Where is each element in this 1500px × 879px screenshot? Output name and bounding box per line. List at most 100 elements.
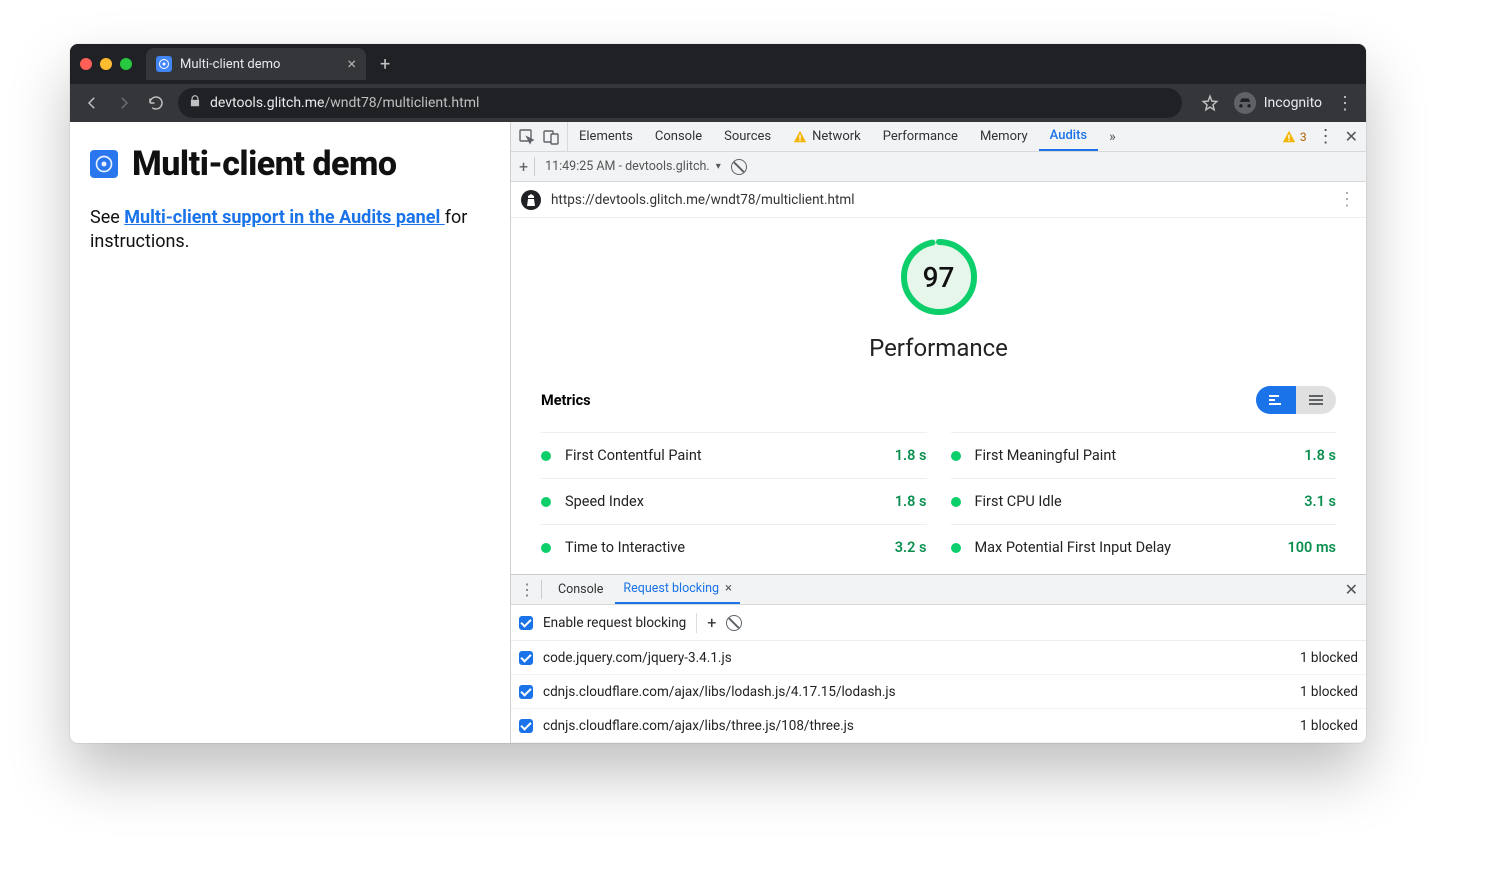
metric-row: Time to Interactive 3.2 s — [541, 524, 927, 570]
warning-icon — [793, 130, 807, 144]
audits-report: 97 Performance Metrics — [511, 218, 1366, 574]
reload-button[interactable] — [146, 93, 166, 113]
metric-row: First CPU Idle3.1 s — [951, 478, 1337, 524]
enable-blocking-checkbox[interactable] — [519, 616, 533, 630]
window-close-button[interactable] — [80, 58, 92, 70]
tab-overflow-button[interactable]: » — [1098, 122, 1127, 151]
metric-row: Max Potential First Input Delay100 ms — [951, 524, 1337, 570]
devtools-settings-button[interactable]: ⋮ — [1317, 126, 1335, 147]
tab-elements[interactable]: Elements — [568, 122, 644, 151]
clear-patterns-button[interactable] — [726, 615, 742, 631]
tab-sources[interactable]: Sources — [713, 122, 782, 151]
audit-url: https://devtools.glitch.me/wndt78/multic… — [551, 192, 855, 208]
tab-network[interactable]: Network — [782, 122, 872, 151]
drawer-close-button[interactable]: ✕ — [1345, 580, 1358, 599]
warning-icon — [1282, 130, 1296, 144]
metric-value: 1.8 s — [895, 447, 927, 464]
metric-value: 3.2 s — [895, 539, 927, 556]
request-blocking-toolbar: Enable request blocking + — [511, 605, 1366, 641]
status-dot-icon — [951, 543, 961, 553]
rendered-page: Multi-client demo See Multi-client suppo… — [70, 122, 510, 743]
metric-name: Time to Interactive — [565, 539, 685, 556]
address-bar: devtools.glitch.me/wndt78/multiclient.ht… — [70, 84, 1366, 122]
url-path: /wndt78/multiclient.html — [324, 95, 479, 111]
audit-menu-button[interactable]: ⋮ — [1338, 189, 1356, 210]
drawer-tab-label: Request blocking — [623, 581, 719, 596]
metric-row: First Meaningful Paint 1.8 s — [951, 432, 1337, 478]
tab-performance[interactable]: Performance — [872, 122, 969, 151]
drawer-tab-console[interactable]: Console — [550, 575, 611, 604]
status-dot-icon — [541, 497, 551, 507]
metric-value: 1.8 s — [1304, 447, 1336, 464]
blocked-count: 1 blocked — [1300, 650, 1358, 666]
url-field[interactable]: devtools.glitch.me/wndt78/multiclient.ht… — [178, 88, 1182, 118]
audit-run-dropdown[interactable]: 11:49:25 AM - devtools.glitch. — [545, 159, 721, 174]
devtools-panel: Elements Console Sources Network Perform… — [510, 122, 1366, 743]
window-maximize-button[interactable] — [120, 58, 132, 70]
forward-button[interactable] — [114, 93, 134, 113]
url-host: devtools.glitch.me — [210, 95, 324, 111]
page-logo-icon — [90, 150, 118, 178]
metrics-section: Metrics First Contentful Paint1 — [511, 362, 1366, 570]
warnings-badge[interactable]: 3 — [1282, 130, 1307, 144]
metrics-view-expanded-button[interactable] — [1296, 386, 1336, 414]
blocked-pattern-row[interactable]: cdnjs.cloudflare.com/ajax/libs/three.js/… — [511, 709, 1366, 743]
new-tab-button[interactable]: + — [374, 54, 396, 75]
browser-menu-button[interactable]: ⋮ — [1336, 93, 1354, 114]
tab-memory[interactable]: Memory — [969, 122, 1039, 151]
blocked-pattern-row[interactable]: code.jquery.com/jquery-3.4.1.js 1 blocke… — [511, 641, 1366, 675]
blocked-pattern-row[interactable]: cdnjs.cloudflare.com/ajax/libs/lodash.js… — [511, 675, 1366, 709]
status-dot-icon — [951, 451, 961, 461]
devtools-tabbar: Elements Console Sources Network Perform… — [511, 122, 1366, 152]
incognito-label: Incognito — [1264, 95, 1322, 111]
pattern-checkbox[interactable] — [519, 719, 533, 733]
warnings-count: 3 — [1300, 130, 1307, 144]
drawer-tab-request-blocking[interactable]: Request blocking × — [615, 575, 740, 604]
tab-label: Network — [812, 129, 861, 144]
drawer-menu-button[interactable]: ⋮ — [519, 580, 542, 599]
device-toolbar-icon[interactable] — [543, 129, 559, 145]
drawer-tab-close-button[interactable]: × — [725, 581, 732, 596]
performance-score-value: 97 — [898, 236, 980, 318]
toolbar-right: Incognito ⋮ — [1194, 92, 1354, 114]
new-audit-button[interactable]: + — [519, 157, 535, 176]
metric-name: Speed Index — [565, 493, 644, 510]
metrics-view-compact-button[interactable] — [1256, 386, 1296, 414]
pattern-text: cdnjs.cloudflare.com/ajax/libs/three.js/… — [543, 718, 854, 734]
page-text: See — [90, 207, 124, 228]
browser-chrome: Multi-client demo × + devtools.glitch.me… — [70, 44, 1366, 122]
inspect-element-icon[interactable] — [519, 129, 535, 145]
separator — [696, 613, 697, 633]
pattern-text: code.jquery.com/jquery-3.4.1.js — [543, 650, 732, 666]
performance-score-label: Performance — [869, 334, 1008, 362]
pattern-checkbox[interactable] — [519, 685, 533, 699]
page-link[interactable]: Multi-client support in the Audits panel — [124, 207, 444, 228]
tab-favicon — [156, 56, 172, 72]
page-title: Multi-client demo — [132, 144, 397, 184]
metric-name: Max Potential First Input Delay — [975, 539, 1171, 556]
add-pattern-button[interactable]: + — [707, 613, 716, 632]
pattern-checkbox[interactable] — [519, 651, 533, 665]
browser-tab[interactable]: Multi-client demo × — [146, 48, 366, 80]
pattern-text: cdnjs.cloudflare.com/ajax/libs/lodash.js… — [543, 684, 896, 700]
window-minimize-button[interactable] — [100, 58, 112, 70]
incognito-indicator[interactable]: Incognito — [1234, 92, 1322, 114]
viewport: Multi-client demo See Multi-client suppo… — [70, 122, 1366, 743]
enable-blocking-label: Enable request blocking — [543, 615, 686, 631]
back-button[interactable] — [82, 93, 102, 113]
clear-audit-button[interactable] — [731, 159, 747, 175]
lighthouse-icon — [521, 190, 541, 210]
lock-icon — [188, 94, 202, 112]
drawer-tabbar: ⋮ Console Request blocking × ✕ — [511, 575, 1366, 605]
devtools-close-button[interactable]: ✕ — [1345, 127, 1358, 146]
bookmark-star-icon[interactable] — [1200, 93, 1220, 113]
tab-close-button[interactable]: × — [347, 56, 356, 72]
tab-audits[interactable]: Audits — [1039, 122, 1098, 151]
tab-strip: Multi-client demo × + — [70, 44, 1366, 84]
audits-toolbar: + 11:49:25 AM - devtools.glitch. — [511, 152, 1366, 182]
status-dot-icon — [951, 497, 961, 507]
metric-row: First Contentful Paint 1.8 s — [541, 432, 927, 478]
metric-name: First Contentful Paint — [565, 447, 702, 464]
tab-console[interactable]: Console — [644, 122, 713, 151]
metric-name: First Meaningful Paint — [975, 447, 1117, 464]
